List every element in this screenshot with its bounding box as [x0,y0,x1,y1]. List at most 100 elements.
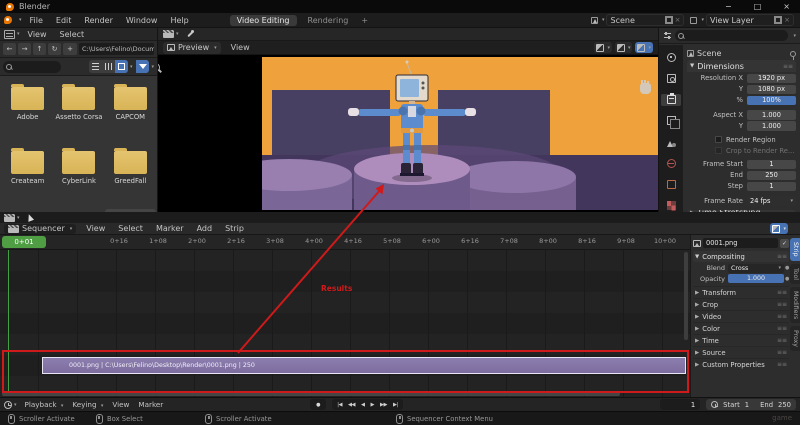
folder-item-capcom[interactable]: CAPCOM [105,81,156,145]
sequencer-menu-marker[interactable]: Marker [156,224,184,233]
display-list-vertical-button[interactable] [89,60,102,73]
sequencer-ruler[interactable]: 0+01 0+161+082+002+163+084+004+165+086+0… [0,235,690,250]
timeline-menu-view[interactable]: View [112,400,129,409]
panel-color[interactable]: ▶Color≡≡ [693,322,789,334]
current-frame-field[interactable]: 1 [660,399,700,410]
output-properties-tab[interactable] [661,94,681,106]
current-frame-badge[interactable]: 0+01 [2,236,46,248]
sequencer-menu-strip[interactable]: Strip [225,224,244,233]
opacity-slider[interactable]: 1.000 [728,274,784,283]
vertical-scrollbar[interactable] [684,252,688,340]
eyedropper-tool-icon[interactable] [185,29,195,39]
preview-menu-view[interactable]: View [231,43,250,52]
checkbox-crop-to-render-re-[interactable] [715,147,722,154]
folder-item-createam[interactable]: Createam [2,145,53,209]
add-workspace-button[interactable]: + [361,16,368,25]
display-channels-button[interactable]: ▾ [594,42,612,53]
panel-video[interactable]: ▶Video≡≡ [693,310,789,322]
property-end-field[interactable]: 250 [747,171,796,181]
forward-arrow-icon[interactable]: → [18,43,31,55]
blend-dropdown[interactable]: Cross▾ [728,264,784,273]
sidebar-tab-proxy[interactable]: Proxy [790,326,800,351]
menu-edit[interactable]: Edit [56,16,72,25]
sequencer-menu-select[interactable]: Select [118,224,143,233]
sequencer-view-type-dropdown[interactable]: Sequencer ▾ [4,224,76,234]
display-thumbnails-button[interactable] [115,60,128,73]
sequencer-menu-view[interactable]: View [86,224,105,233]
blender-menu-icon[interactable] [4,16,12,24]
play-reverse-button[interactable]: ◀ [358,402,368,408]
display-list-horizontal-button[interactable] [102,60,115,73]
property-resolution-x-field[interactable]: 1920 px [747,74,796,84]
object-tab[interactable] [661,179,681,191]
menu-render[interactable]: Render [84,16,112,25]
close-button[interactable]: × [783,2,790,11]
property-frame-rate-field[interactable]: 24 fps▾ [747,196,796,206]
up-arrow-icon[interactable]: ↑ [33,43,46,55]
next-keyframe-button[interactable]: ▶▶ [377,402,390,408]
use-preview-range-icon[interactable] [711,401,718,408]
workspace-tab-rendering[interactable]: Rendering [301,15,356,26]
new-view-layer-icon[interactable] [775,17,781,23]
overlay-button[interactable]: ▾ [615,42,633,53]
property-y-field[interactable]: 1080 px [747,85,796,95]
property-aspect-x-field[interactable]: 1.000 [747,110,796,120]
texture-tab[interactable] [661,200,681,212]
back-arrow-icon[interactable]: ← [3,43,16,55]
delete-scene-icon[interactable]: × [675,16,681,24]
sidebar-tab-strip[interactable]: Strip [790,238,800,261]
jump-to-end-button[interactable]: ▶| [390,402,401,408]
sidebar-tab-tool[interactable]: Tool [790,264,800,284]
menu-file[interactable]: File [30,16,43,25]
tool-tab[interactable] [661,51,681,63]
sequencer-menu-add[interactable]: Add [197,224,213,233]
file-browser-menu-view[interactable]: View [28,30,47,39]
sidebar-tab-modifiers[interactable]: Modifiers [790,287,800,323]
preview-canvas[interactable] [158,55,658,212]
panel-time[interactable]: ▶Time≡≡ [693,334,789,346]
pin-icon[interactable] [790,51,796,57]
properties-search-input[interactable] [675,30,788,41]
timeline-menu-playback[interactable]: Playback ▾ [25,400,64,409]
panel-crop[interactable]: ▶Crop≡≡ [693,298,789,310]
folder-item-cyberlink[interactable]: CyberLink [53,145,104,209]
timeline-menu-marker[interactable]: Marker [138,400,163,409]
checkbox-render-region[interactable] [715,136,722,143]
filter-button[interactable] [136,60,149,73]
delete-view-layer-icon[interactable]: × [784,16,790,24]
sequencer-editor-icon[interactable] [4,214,15,222]
scene-tab[interactable] [661,136,681,148]
preview-mode-dropdown[interactable]: Preview ▾ [163,42,221,54]
keyframe-dot-icon[interactable]: ● [785,265,789,271]
image-strip[interactable]: 0001.png | C:\Users\Felino\Desktop\Rende… [42,357,686,374]
property---field[interactable]: 100% [747,96,796,106]
horizontal-scrollbar[interactable] [2,392,620,396]
view-layer-tab[interactable] [661,115,681,127]
select-tool-icon[interactable] [25,213,33,222]
scene-selector[interactable]: ▾ Scene × [591,14,685,26]
strip-toggle-checkbox[interactable]: ✓ [780,239,789,248]
sequencer-timeline-area[interactable]: 0001.png | C:\Users\Felino\Desktop\Rende… [0,250,690,397]
panel-custom-properties[interactable]: ▶Custom Properties≡≡ [693,358,789,370]
panel-source[interactable]: ▶Source≡≡ [693,346,789,358]
pan-hand-icon[interactable] [640,83,651,94]
overlays-toggle-button[interactable]: ▾ [770,223,788,234]
file-browser-menu-select[interactable]: Select [60,30,85,39]
folder-item-adobe[interactable]: Adobe [2,81,53,145]
property-y-field[interactable]: 1.000 [747,121,796,131]
new-folder-icon[interactable]: + [63,43,77,55]
compositing-panel-header[interactable]: ▼ Compositing ≡≡ [693,251,789,262]
auto-keying-record-button[interactable]: ● [310,399,326,410]
minimize-button[interactable]: − [725,2,732,11]
sequencer-editor-icon[interactable] [163,30,174,38]
start-frame-field[interactable]: 1 [745,401,749,409]
path-field[interactable]: C:\Users\Felino\Docume... [79,43,154,55]
jump-to-start-button[interactable]: |◀ [334,402,345,408]
render-properties-tab[interactable] [661,72,681,84]
shading-button[interactable]: ▾ [635,42,653,53]
properties-editor-icon[interactable] [663,31,672,40]
menu-window[interactable]: Window [126,16,158,25]
property-frame-start-field[interactable]: 1 [747,160,796,170]
previous-keyframe-button[interactable]: ◀◀ [345,402,358,408]
folder-item-assetto-corsa[interactable]: Assetto Corsa [53,81,104,145]
